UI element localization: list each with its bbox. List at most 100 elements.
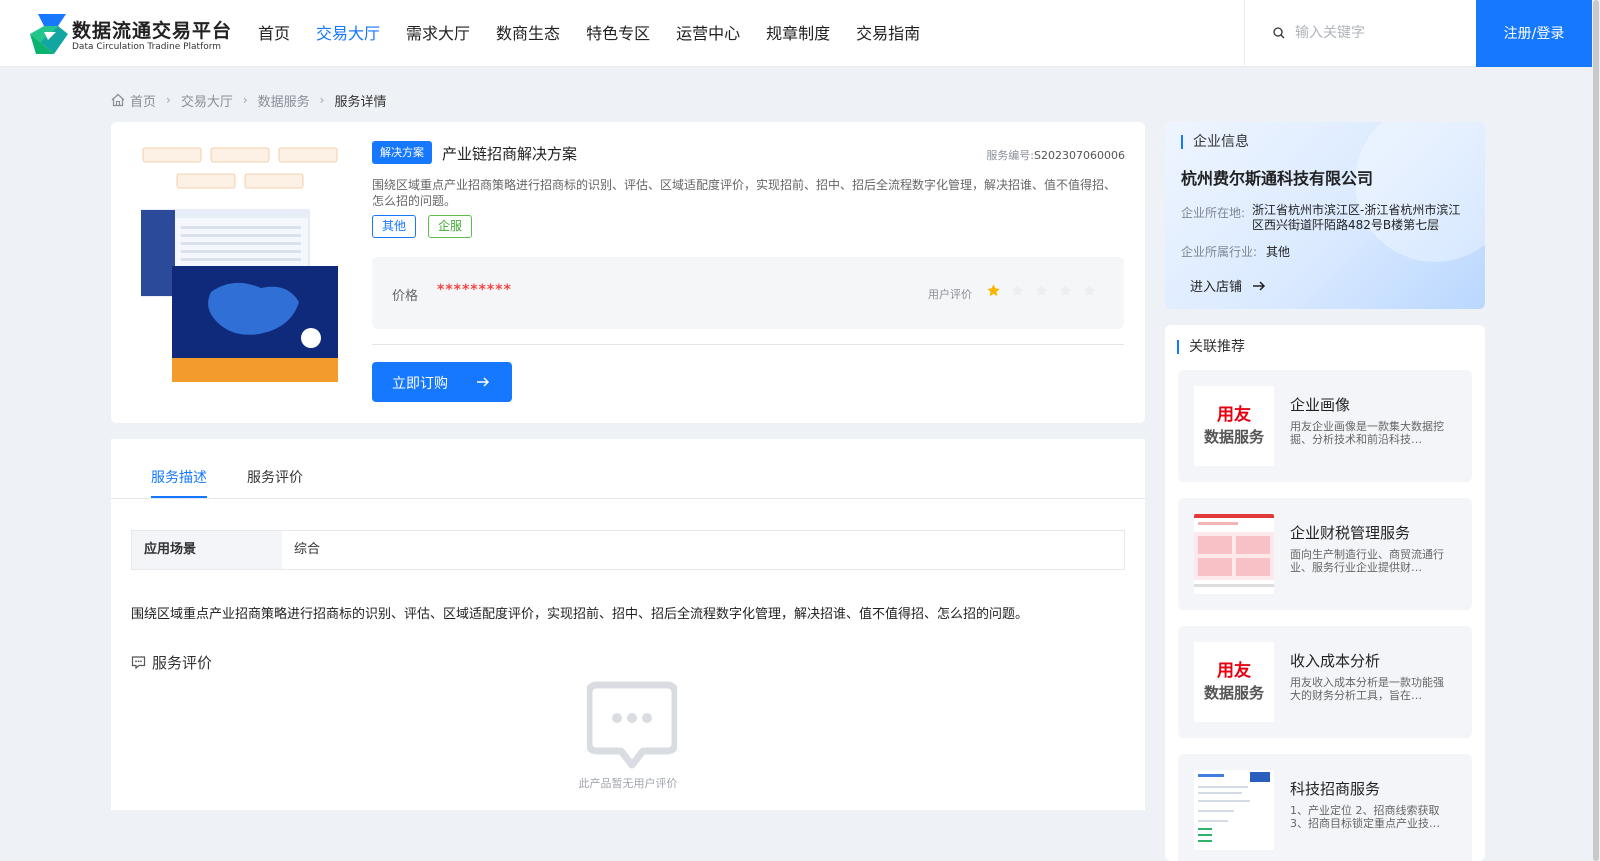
related-item-desc: 面向生产制造行业、商贸流通行业、服务行业企业提供财… xyxy=(1290,548,1444,574)
service-detail-card: 服务描述 服务评价 应用场景 综合 围绕区域重点产业招商策略进行招商标的识别、评… xyxy=(111,439,1145,810)
review-heading-label: 服务评价 xyxy=(152,654,213,672)
top-header: 数据流通交易平台 Data Circulation Tradine Platfo… xyxy=(0,0,1600,67)
price-value: ********* xyxy=(437,282,512,298)
search-icon[interactable] xyxy=(1273,27,1285,39)
rating-stars xyxy=(986,283,1106,298)
company-info-card: 企业信息 杭州费尔斯通科技有限公司 企业所在地: 浙江省杭州市滨江区-浙江省杭州… xyxy=(1165,122,1485,309)
related-item[interactable]: 科技招商服务 1、产业定位 2、招商线索获取 3、招商目标锁定重点产业技… xyxy=(1178,754,1472,861)
arrow-right-icon xyxy=(477,377,490,387)
nav-featured-zone[interactable]: 特色专区 xyxy=(586,0,650,67)
divider xyxy=(372,344,1124,345)
review-section-heading: 服务评价 xyxy=(131,652,212,673)
star-empty-icon xyxy=(1011,284,1024,297)
yonyou-logo-line1: 用友 xyxy=(1217,661,1251,681)
related-item-title: 收入成本分析 xyxy=(1290,652,1381,670)
breadcrumb: 首页 › 交易大厅 › 数据服务 › 服务详情 xyxy=(111,90,387,110)
product-summary-card: 解决方案 产业链招商解决方案 服务编号:S202307060006 围绕区域重点… xyxy=(111,122,1145,423)
yonyou-logo: 用友 数据服务 xyxy=(1194,386,1274,466)
company-name: 杭州费尔斯通科技有限公司 xyxy=(1181,169,1374,188)
yonyou-logo: 用友 数据服务 xyxy=(1194,642,1274,722)
product-title: 产业链招商解决方案 xyxy=(442,145,578,163)
scene-row: 应用场景 综合 xyxy=(131,530,1125,570)
order-now-label: 立即订购 xyxy=(392,376,448,392)
nav-regulations[interactable]: 规章制度 xyxy=(766,0,830,67)
related-item[interactable]: 用友 数据服务 企业画像 用友企业画像是一款集大数据挖掘、分析技术和前沿科技… xyxy=(1178,370,1472,482)
related-recommendations: 关联推荐 用友 数据服务 企业画像 用友企业画像是一款集大数据挖掘、分析技术和前… xyxy=(1165,325,1485,861)
service-code-label: 服务编号: xyxy=(986,149,1035,162)
service-long-description: 围绕区域重点产业招商策略进行招商标的识别、评估、区域适配度评价，实现招前、招中、… xyxy=(131,607,1029,622)
scene-value: 综合 xyxy=(294,542,321,557)
related-item-desc: 用友收入成本分析是一款功能强大的财务分析工具，旨在… xyxy=(1290,676,1444,702)
star-empty-icon xyxy=(1059,284,1072,297)
enter-shop-label: 进入店铺 xyxy=(1190,280,1243,295)
login-register-button[interactable]: 注册/登录 xyxy=(1476,0,1592,67)
product-thumbnail[interactable] xyxy=(141,142,343,382)
nav-home[interactable]: 首页 xyxy=(258,0,290,67)
active-tab-indicator xyxy=(151,496,207,498)
company-location-label: 企业所在地: xyxy=(1181,206,1246,220)
empty-review-text: 此产品暂无用户评价 xyxy=(578,777,678,790)
arrow-right-icon xyxy=(1253,280,1266,291)
related-item-image: 用友 数据服务 xyxy=(1194,386,1274,466)
comment-icon xyxy=(131,656,146,670)
nav-trading-guide[interactable]: 交易指南 xyxy=(856,0,920,67)
yonyou-logo-line2: 数据服务 xyxy=(1203,428,1264,446)
related-section-title: 关联推荐 xyxy=(1177,340,1245,354)
logo-mark-icon xyxy=(30,14,68,54)
chevron-right-icon: › xyxy=(242,93,248,107)
breadcrumb-trading-hall[interactable]: 交易大厅 xyxy=(181,91,233,110)
related-item[interactable]: 用友 数据服务 收入成本分析 用友收入成本分析是一款功能强大的财务分析工具，旨在… xyxy=(1178,626,1472,738)
related-item-image xyxy=(1194,770,1274,850)
scrollbar-thumb[interactable] xyxy=(1593,0,1599,861)
company-industry: 其他 xyxy=(1266,245,1291,259)
star-empty-icon xyxy=(1083,284,1096,297)
related-item-title: 科技招商服务 xyxy=(1290,780,1381,798)
page-scrollbar[interactable] xyxy=(1592,0,1600,861)
breadcrumb-current: 服务详情 xyxy=(334,94,387,110)
breadcrumb-data-service[interactable]: 数据服务 xyxy=(258,91,310,110)
platform-logo[interactable]: 数据流通交易平台 Data Circulation Tradine Platfo… xyxy=(30,14,233,54)
main-nav: 首页 交易大厅 需求大厅 数商生态 特色专区 运营中心 规章制度 交易指南 xyxy=(258,0,946,67)
nav-trading-hall[interactable]: 交易大厅 xyxy=(316,0,380,67)
detail-tabs: 服务描述 服务评价 xyxy=(111,439,1145,499)
breadcrumb-home[interactable]: 首页 xyxy=(130,91,156,110)
chevron-right-icon: › xyxy=(166,93,171,107)
tab-service-description[interactable]: 服务描述 xyxy=(151,467,207,487)
yonyou-logo-line2: 数据服务 xyxy=(1203,684,1264,702)
related-item-title: 企业财税管理服务 xyxy=(1290,524,1411,542)
star-filled-icon xyxy=(987,284,1000,297)
search-box xyxy=(1244,0,1476,67)
logo-title: 数据流通交易平台 xyxy=(72,20,233,42)
service-code-value: S202307060006 xyxy=(1034,149,1125,162)
order-now-button[interactable]: 立即订购 xyxy=(372,362,512,402)
related-item-desc: 用友企业画像是一款集大数据挖掘、分析技术和前沿科技… xyxy=(1290,420,1444,446)
company-location: 浙江省杭州市滨江区-浙江省杭州市滨江区西兴街道阡陌路482号B楼第七层 xyxy=(1252,203,1461,232)
empty-comment-icon xyxy=(587,681,677,769)
card-decoration xyxy=(1355,122,1485,262)
nav-operation-center[interactable]: 运营中心 xyxy=(676,0,740,67)
company-industry-label: 企业所属行业: xyxy=(1181,245,1258,259)
scene-label: 应用场景 xyxy=(132,531,282,569)
tag-chip-enterprise[interactable]: 企服 xyxy=(428,215,473,238)
product-description: 围绕区域重点产业招商策略进行招商标的识别、评估、区域适配度评价，实现招前、招中、… xyxy=(372,178,1117,208)
tab-service-review[interactable]: 服务评价 xyxy=(247,467,303,487)
user-rating-label: 用户评价 xyxy=(928,288,972,301)
price-panel: 价格 ********* 用户评价 xyxy=(372,257,1124,329)
tag-chip-other[interactable]: 其他 xyxy=(372,215,417,238)
nav-demand-hall[interactable]: 需求大厅 xyxy=(406,0,470,67)
related-item-image: 用友 数据服务 xyxy=(1194,642,1274,722)
report-screenshot xyxy=(1194,770,1274,850)
service-code: 服务编号:S202307060006 xyxy=(986,147,1125,163)
yonyou-logo-line1: 用友 xyxy=(1217,405,1251,425)
tax-screenshot xyxy=(1194,514,1274,594)
logo-subtitle: Data Circulation Tradine Platform xyxy=(72,42,222,52)
enter-shop-link[interactable]: 进入店铺 xyxy=(1190,276,1266,295)
related-item[interactable]: 企业财税管理服务 面向生产制造行业、商贸流通行业、服务行业企业提供财… xyxy=(1178,498,1472,610)
related-item-title: 企业画像 xyxy=(1290,396,1351,414)
home-icon xyxy=(111,93,125,107)
service-type-badge: 解决方案 xyxy=(372,141,432,164)
nav-ecosystem[interactable]: 数商生态 xyxy=(496,0,560,67)
search-input[interactable] xyxy=(1295,20,1465,46)
company-section-title: 企业信息 xyxy=(1181,135,1249,149)
related-item-image xyxy=(1194,514,1274,594)
